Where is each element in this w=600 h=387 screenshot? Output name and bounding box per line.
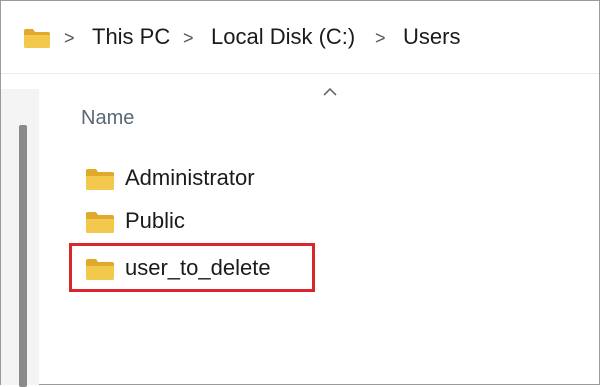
folder-name: Administrator [125,165,255,190]
highlight-annotation-box [69,243,315,292]
breadcrumb-this-pc[interactable]: This PC [92,23,170,51]
folder-row-administrator[interactable]: Administrator [81,161,331,195]
folder-row-public[interactable]: Public [81,204,331,238]
sort-ascending-icon[interactable] [323,87,337,97]
breadcrumb-separator: > [183,28,194,48]
folder-icon [86,169,114,190]
breadcrumb-separator: > [64,28,75,48]
scrollbar-thumb[interactable] [19,125,27,387]
folder-icon [86,212,114,233]
address-bar[interactable]: > This PC > Local Disk (C:) > Users [1,1,599,74]
breadcrumb-users[interactable]: Users [403,23,460,51]
breadcrumb-separator: > [375,28,386,48]
folder-name: Public [125,208,185,233]
file-explorer-window: > This PC > Local Disk (C:) > Users Name… [0,0,600,387]
folder-icon [24,29,50,48]
breadcrumb-local-disk[interactable]: Local Disk (C:) [211,23,355,51]
column-header-name[interactable]: Name [81,105,134,131]
